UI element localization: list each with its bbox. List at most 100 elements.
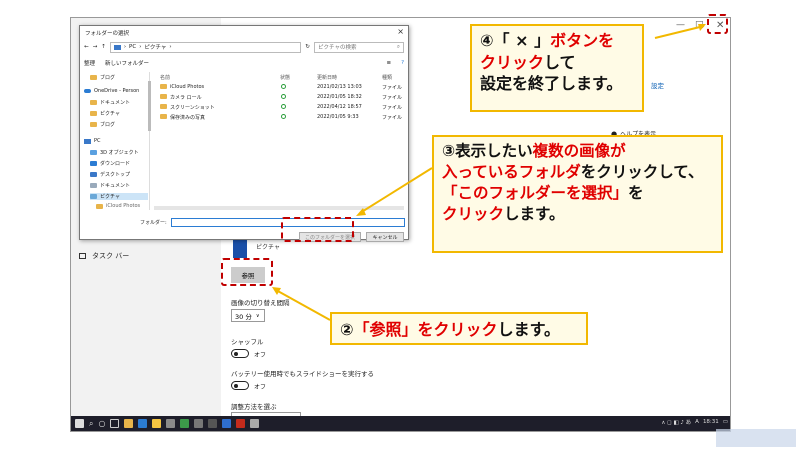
folder-icon xyxy=(160,84,167,89)
sidebar-item-blog[interactable]: ブログ xyxy=(90,74,115,81)
file-name: スクリーンショット xyxy=(170,105,215,111)
refresh-icon[interactable]: ↻ xyxy=(305,44,310,50)
app-icon[interactable] xyxy=(236,419,246,428)
explorer-icon[interactable] xyxy=(124,419,134,428)
windows-start-icon[interactable] xyxy=(75,419,84,428)
search-input[interactable]: ピクチャの検索 ⌕ xyxy=(314,41,404,53)
sidebar-item-blog-2[interactable]: ブログ xyxy=(90,121,115,128)
watermark-logo xyxy=(716,429,796,447)
input-language[interactable]: A xyxy=(695,419,699,425)
sidebar-item-label: ダウンロード xyxy=(100,161,131,167)
help-icon[interactable]: ? xyxy=(401,60,404,66)
tray-icons[interactable]: ∧ ◻ ◧ ♪ あ xyxy=(661,418,691,426)
callout-text: ③表示したい xyxy=(442,142,533,160)
sidebar-item-desktop[interactable]: デスクトップ xyxy=(90,171,130,178)
sync-status-icon xyxy=(281,94,286,99)
forward-icon[interactable]: → xyxy=(93,44,98,50)
view-options-icon[interactable]: ≡ xyxy=(386,60,391,66)
edge-icon[interactable] xyxy=(138,419,148,428)
address-bar[interactable]: › PC › ピクチャ › xyxy=(109,41,302,53)
callout-text: して xyxy=(544,52,576,72)
folder-icon xyxy=(90,122,97,127)
sidebar-item-label: ブログ xyxy=(100,75,116,81)
sidebar-item-label: ドキュメント xyxy=(100,100,131,106)
minimize-icon[interactable]: — xyxy=(676,20,685,30)
callout-highlight-text: クリック xyxy=(480,52,545,72)
column-status[interactable]: 状態 xyxy=(280,74,290,81)
sidebar-item-label: デスクトップ xyxy=(100,172,131,178)
organize-button[interactable]: 整理 xyxy=(84,59,95,67)
callout-highlight-text: 「このフォルダーを選択」 xyxy=(442,183,629,202)
sidebar-item-onedrive[interactable]: OneDrive - Person xyxy=(84,88,139,94)
folder-icon xyxy=(90,194,97,199)
breadcrumb-pictures[interactable]: ピクチャ xyxy=(144,43,166,51)
sidebar-item-documents[interactable]: ドキュメント xyxy=(90,99,130,106)
notification-icon[interactable]: ▭ xyxy=(723,419,728,425)
app-icon[interactable] xyxy=(208,419,218,428)
folder-icon xyxy=(96,203,103,209)
file-type: ファイル xyxy=(382,85,403,91)
task-view-icon[interactable] xyxy=(110,419,120,428)
folder-icon xyxy=(160,104,167,109)
app-icon[interactable] xyxy=(222,419,232,428)
maximize-icon[interactable]: □ xyxy=(695,20,704,30)
dialog-close-icon[interactable]: × xyxy=(397,27,404,36)
folder-label: フォルダー: xyxy=(140,220,167,226)
system-tray: ∧ ◻ ◧ ♪ あ A 18:31 ▭ xyxy=(661,418,728,426)
dialog-sidebar: ブログ OneDrive - Person ドキュメント ピクチャ ブログ PC… xyxy=(80,72,150,210)
sidebar-item-3d-objects[interactable]: 3D オブジェクト xyxy=(90,149,139,156)
battery-toggle[interactable] xyxy=(231,381,249,390)
sidebar-item-label: ピクチャ xyxy=(100,111,120,117)
callout-highlight-text: 複数の画像が xyxy=(532,142,626,160)
settings-gear-icon[interactable] xyxy=(250,419,260,428)
column-name[interactable]: 名前 xyxy=(160,74,170,81)
sidebar-item-pictures[interactable]: ピクチャ xyxy=(90,110,120,117)
new-folder-button[interactable]: 新しいフォルダー xyxy=(105,59,149,67)
cortana-icon[interactable]: ○ xyxy=(98,419,105,428)
sidebar-scrollbar[interactable] xyxy=(148,81,151,131)
shuffle-toggle[interactable] xyxy=(231,349,249,358)
folder-icon xyxy=(90,150,97,155)
sidebar-item-taskbar[interactable]: タスク バー xyxy=(79,251,129,261)
pc-icon xyxy=(113,44,121,50)
search-icon[interactable]: ⌕ xyxy=(89,419,93,429)
breadcrumb-separator: › xyxy=(139,44,142,50)
folder-icon xyxy=(90,111,97,116)
column-date[interactable]: 更新日時 xyxy=(317,74,337,81)
file-type: ファイル xyxy=(382,95,403,101)
sidebar-item-downloads[interactable]: ダウンロード xyxy=(90,160,130,167)
file-type: ファイル xyxy=(382,105,403,111)
sidebar-item-pc[interactable]: PC xyxy=(84,138,101,144)
chevron-down-icon: ∨ xyxy=(255,312,260,319)
chrome-icon[interactable] xyxy=(180,419,190,428)
app-icon[interactable] xyxy=(194,419,204,428)
clock[interactable]: 18:31 xyxy=(703,419,719,425)
column-type[interactable]: 種類 xyxy=(382,74,392,81)
sidebar-item-documents-2[interactable]: ドキュメント xyxy=(90,182,130,189)
interval-dropdown[interactable]: 30 分 ∨ xyxy=(231,309,265,322)
sidebar-item-label: タスク バー xyxy=(92,252,130,260)
breadcrumb-separator: › xyxy=(169,44,172,50)
fit-label: 調整方法を選ぶ xyxy=(231,403,277,411)
app-icon[interactable] xyxy=(152,419,162,428)
cancel-button[interactable]: キャンセル xyxy=(366,232,404,242)
sidebar-item-icloud[interactable]: iCloud Photos xyxy=(96,203,140,209)
callout-highlight-text: 「参照」をクリック xyxy=(353,320,498,339)
up-icon[interactable]: ↑ xyxy=(101,44,106,50)
app-icon[interactable] xyxy=(166,419,176,428)
sidebar-item-label: ピクチャ xyxy=(100,194,120,200)
back-icon[interactable]: ← xyxy=(84,44,89,50)
folder-icon xyxy=(90,100,97,105)
file-date: 2021/02/13 13:03 xyxy=(317,84,362,90)
select-button-highlight xyxy=(281,217,354,242)
interval-value: 30 分 xyxy=(235,312,252,321)
callout-text: ② xyxy=(340,320,354,339)
settings-link[interactable]: 設定 xyxy=(651,80,664,90)
horizontal-scrollbar[interactable] xyxy=(154,206,404,210)
sidebar-item-label: OneDrive - Person xyxy=(94,88,140,94)
sidebar-item-pictures-2[interactable]: ピクチャ xyxy=(90,193,148,200)
sync-status-icon xyxy=(281,114,286,119)
sidebar-item-label: ブログ xyxy=(100,122,116,128)
callout-step2: ②「参照」をクリックします。 xyxy=(330,312,588,345)
breadcrumb-pc[interactable]: PC xyxy=(129,44,136,50)
